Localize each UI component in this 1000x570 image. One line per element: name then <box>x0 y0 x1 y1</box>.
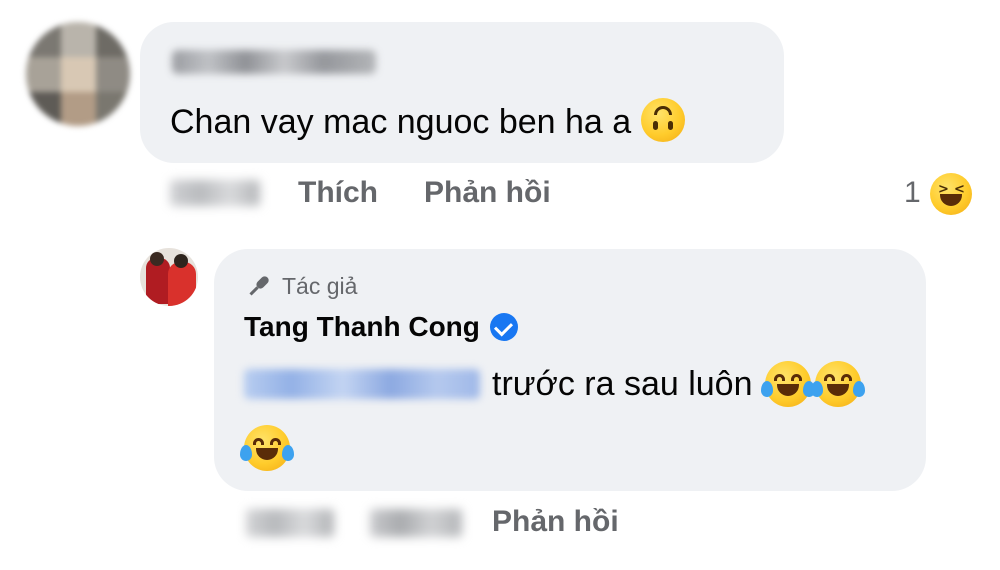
comment-timestamp-blurred[interactable] <box>170 180 260 206</box>
commenter-name-blurred[interactable] <box>172 50 376 74</box>
verified-badge-icon <box>489 313 518 341</box>
reply-button[interactable]: Phản hồi <box>424 176 551 210</box>
reply-text-row: trước ra sau luôn <box>244 361 865 407</box>
like-button[interactable]: Thích <box>298 176 378 210</box>
author-badge-row: Tác giả <box>244 271 357 301</box>
reply-timestamp-blurred[interactable] <box>246 509 334 537</box>
commenter-avatar[interactable] <box>26 22 130 126</box>
microphone-icon <box>249 276 269 296</box>
comment-actions: Thích Phản hồi 1 > < <box>0 173 1000 216</box>
laughing-squinting-face-icon[interactable]: > < <box>930 173 972 215</box>
reply-bubble: Tác giả Tang Thanh Cong trước ra sau luô… <box>214 249 926 491</box>
comment-text: Chan vay mac nguoc ben ha a <box>170 102 632 141</box>
comment-bubble: Chan vay mac nguoc ben ha a <box>140 22 784 163</box>
author-name[interactable]: Tang Thanh Cong <box>244 311 480 343</box>
author-name-row: Tang Thanh Cong <box>244 311 518 343</box>
reply-like-button-blurred[interactable] <box>370 509 462 537</box>
reaction-count[interactable]: 1 <box>904 176 921 210</box>
author-badge-label: Tác giả <box>282 272 358 299</box>
author-avatar[interactable] <box>140 248 198 306</box>
comment-text-row: Chan vay mac nguoc ben ha a <box>170 98 686 146</box>
comment-thread: Chan vay mac nguoc ben ha a Thích Phản h… <box>0 0 1000 570</box>
upside-down-face-icon <box>641 98 686 142</box>
face-with-tears-of-joy-icon <box>240 425 294 471</box>
face-with-tears-of-joy-icon <box>760 361 815 407</box>
reply-text: trước ra sau luôn <box>492 364 753 403</box>
reply-emoji-row <box>240 425 294 471</box>
face-with-tears-of-joy-icon <box>810 361 865 407</box>
reply-actions: Phản hồi <box>0 505 1000 545</box>
reply-reply-button[interactable]: Phản hồi <box>492 505 619 539</box>
mention-link-blurred[interactable] <box>244 369 480 399</box>
